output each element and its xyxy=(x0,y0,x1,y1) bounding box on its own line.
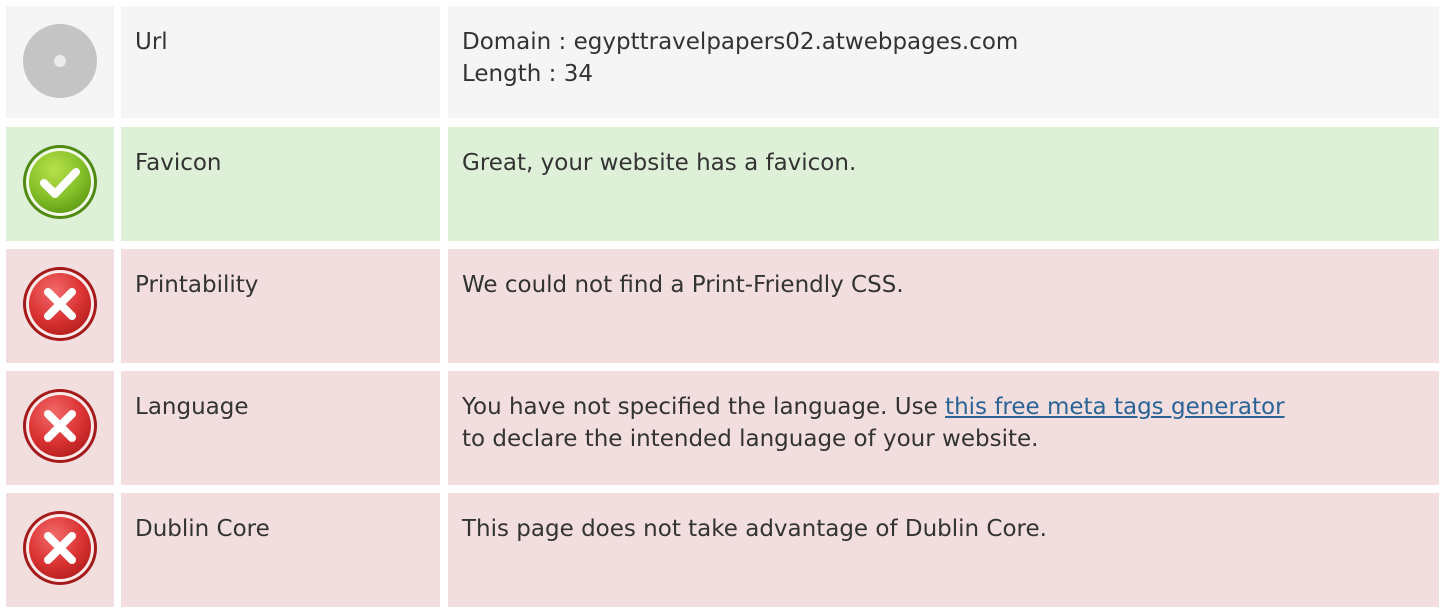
result-row-printability: Printability We could not find a Print-F… xyxy=(0,249,1445,363)
language-text-after: to declare the intended language of your… xyxy=(462,426,1039,452)
row-value: You have not specified the language. Use… xyxy=(448,371,1439,485)
result-row-language: Language You have not specified the lang… xyxy=(0,371,1445,485)
row-label: Favicon xyxy=(121,127,440,241)
row-value: This page does not take advantage of Dub… xyxy=(448,493,1439,607)
status-cell xyxy=(6,6,114,118)
status-cell xyxy=(6,493,114,607)
row-label: Printability xyxy=(121,249,440,363)
row-label: Dublin Core xyxy=(121,493,440,607)
error-x-icon xyxy=(22,266,98,342)
error-x-icon xyxy=(22,388,98,464)
row-value: We could not find a Print-Friendly CSS. xyxy=(448,249,1439,363)
length-text: Length : 34 xyxy=(462,61,593,87)
status-cell xyxy=(6,127,114,241)
row-value: Domain : egypttravelpapers02.atwebpages.… xyxy=(448,6,1439,118)
language-text-before: You have not specified the language. Use xyxy=(462,394,946,420)
status-cell xyxy=(6,371,114,485)
result-row-url: Url Domain : egypttravelpapers02.atwebpa… xyxy=(0,6,1445,118)
domain-text: Domain : egypttravelpapers02.atwebpages.… xyxy=(462,29,1019,55)
error-x-icon xyxy=(22,510,98,586)
check-circle-icon xyxy=(22,144,98,220)
status-cell xyxy=(6,249,114,363)
row-label: Url xyxy=(121,6,440,118)
meta-tags-generator-link[interactable]: this free meta tags generator xyxy=(945,394,1285,420)
result-row-dublin-core: Dublin Core This page does not take adva… xyxy=(0,493,1445,607)
neutral-circle-icon xyxy=(22,23,98,99)
row-value: Great, your website has a favicon. xyxy=(448,127,1439,241)
row-label: Language xyxy=(121,371,440,485)
result-row-favicon: Favicon Great, your website has a favico… xyxy=(0,127,1445,241)
